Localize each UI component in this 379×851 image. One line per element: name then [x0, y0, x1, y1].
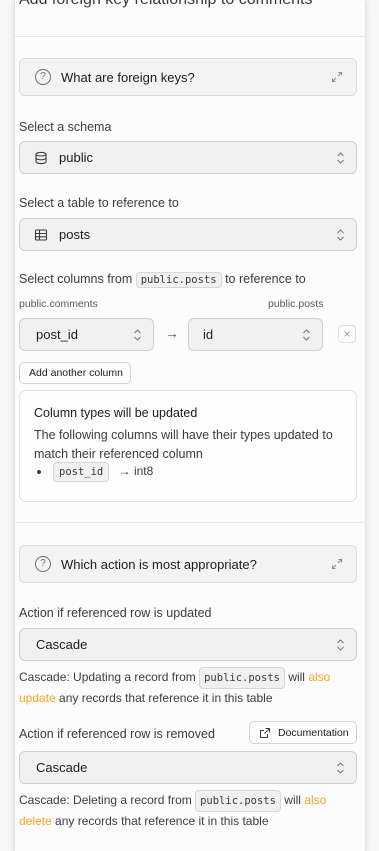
chevron-up-down-icon	[134, 329, 141, 341]
add-another-column-button[interactable]: Add another column	[19, 362, 131, 384]
on-delete-desc-code: public.posts	[195, 790, 281, 812]
column-types-notice-body: The following columns will have their ty…	[34, 428, 333, 461]
on-delete-desc-will: will	[284, 793, 301, 807]
on-update-desc-suffix: any records that reference it in this ta…	[59, 691, 273, 705]
foreign-keys-help-accordion[interactable]: ? What are foreign keys?	[19, 58, 357, 96]
on-delete-select[interactable]: Cascade	[19, 751, 357, 784]
table-grid-icon	[34, 229, 48, 241]
documentation-button[interactable]: Documentation	[249, 721, 357, 744]
question-circle-icon: ?	[35, 69, 51, 85]
table-label: Select a table to reference to	[19, 196, 179, 210]
section-divider	[15, 522, 365, 523]
target-table-label: public.posts	[268, 298, 324, 310]
database-icon	[35, 151, 47, 165]
header-divider	[15, 36, 365, 37]
on-delete-desc-suffix: any records that reference it in this ta…	[55, 814, 269, 828]
on-update-select[interactable]: Cascade	[19, 628, 357, 661]
schema-select-value: public	[59, 150, 93, 165]
on-update-select-value: Cascade	[36, 637, 88, 652]
actions-help-accordion[interactable]: ? Which action is most appropriate?	[19, 545, 357, 583]
on-delete-desc-prefix: Cascade: Deleting a record from	[19, 793, 192, 807]
table-select[interactable]: posts	[19, 218, 357, 251]
on-update-desc-prefix: Cascade: Updating a record from	[19, 670, 196, 684]
columns-label: Select columns from public.posts to refe…	[19, 272, 306, 288]
schema-select[interactable]: public	[19, 141, 357, 174]
source-column-value: post_id	[36, 327, 78, 342]
column-type-change-type: int8	[133, 464, 154, 478]
expand-diagonal-icon[interactable]	[330, 557, 344, 571]
columns-label-suffix: to reference to	[225, 272, 306, 286]
chevron-up-down-icon	[337, 152, 344, 164]
on-delete-select-value: Cascade	[36, 760, 88, 775]
columns-label-code: public.posts	[135, 272, 222, 288]
table-select-value: posts	[59, 227, 91, 242]
on-update-description: Cascade: Updating a record from public.p…	[19, 667, 349, 707]
column-types-notice-title: Column types will be updated	[34, 406, 198, 420]
on-update-label: Action if referenced row is updated	[19, 606, 212, 620]
on-update-desc-code: public.posts	[199, 667, 285, 689]
columns-label-prefix: Select columns from	[19, 272, 133, 286]
question-circle-icon: ?	[35, 556, 51, 572]
panel-title: Add foreign key relationship to comments	[19, 0, 312, 9]
expand-diagonal-icon[interactable]	[330, 70, 344, 84]
schema-label: Select a schema	[19, 120, 112, 134]
chevron-up-down-icon	[337, 762, 344, 774]
on-update-desc-will: will	[288, 670, 305, 684]
target-column-value: id	[203, 327, 214, 342]
on-delete-label: Action if referenced row is removed	[19, 727, 215, 741]
chevron-up-down-icon	[337, 639, 344, 651]
on-delete-description: Cascade: Deleting a record from public.p…	[19, 790, 349, 830]
list-bullet	[37, 470, 41, 474]
column-type-change-item: post_id → int8	[53, 462, 153, 482]
foreign-keys-help-label: What are foreign keys?	[61, 70, 195, 85]
external-link-icon	[260, 728, 270, 738]
column-type-change-column: post_id	[53, 462, 110, 482]
remove-column-button[interactable]: ×	[338, 325, 356, 343]
chevron-up-down-icon	[337, 229, 344, 241]
column-type-change-arrow: →	[118, 464, 131, 478]
source-column-select[interactable]: post_id	[19, 318, 154, 351]
source-table-label: public.comments	[19, 298, 98, 310]
column-mapping-arrow: →	[165, 325, 179, 341]
actions-help-label: Which action is most appropriate?	[61, 557, 257, 572]
foreign-key-side-panel: Add foreign key relationship to comments…	[14, 0, 366, 851]
target-column-select[interactable]: id	[188, 318, 323, 351]
column-types-notice: Column types will be updated The followi…	[19, 390, 357, 502]
close-icon: ×	[343, 327, 351, 341]
documentation-button-label: Documentation	[278, 727, 349, 739]
chevron-up-down-icon	[303, 329, 310, 341]
